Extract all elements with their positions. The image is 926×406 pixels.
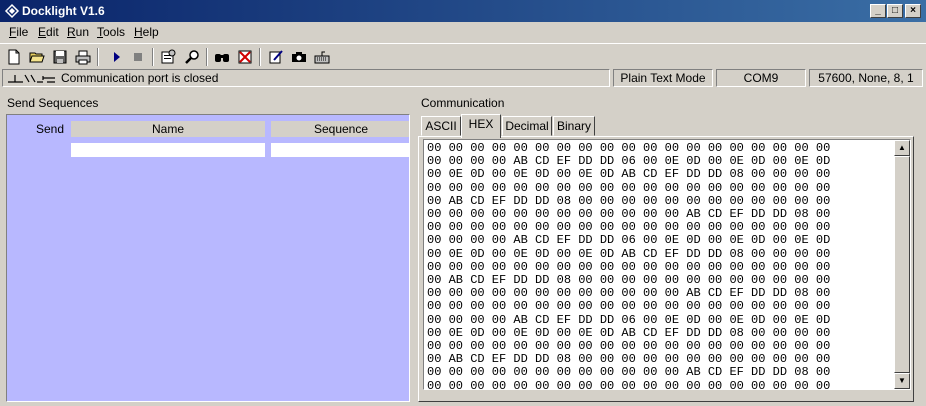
hex-output-area[interactable]: 00 00 00 00 00 00 00 00 00 00 00 00 00 0… xyxy=(423,139,911,390)
sequence-name-cell[interactable] xyxy=(71,143,265,157)
open-folder-icon[interactable] xyxy=(27,47,47,67)
communication-label: Communication xyxy=(421,96,505,110)
save-disk-icon[interactable] xyxy=(50,47,70,67)
toolbar xyxy=(0,43,926,68)
toolbar-separator xyxy=(259,48,261,66)
send-sequences-grid[interactable]: Send Name Sequence xyxy=(6,114,410,402)
toolbar-separator xyxy=(97,48,99,66)
port-status-field: Communication port is closed xyxy=(2,69,610,87)
scroll-up-button[interactable]: ▲ xyxy=(894,140,910,156)
window-title: Docklight V1.6 xyxy=(22,4,105,18)
col-header-send[interactable]: Send xyxy=(35,121,65,137)
maximize-button[interactable]: □ xyxy=(887,4,903,18)
stop-icon[interactable] xyxy=(128,47,148,67)
col-header-sequence[interactable]: Sequence xyxy=(271,121,409,137)
print-icon[interactable] xyxy=(73,47,93,67)
tab-binary[interactable]: Binary xyxy=(553,116,595,136)
menu-bar: File Edit Run Tools Help xyxy=(0,22,926,42)
status-bar: Communication port is closed Plain Text … xyxy=(0,68,926,88)
run-play-icon[interactable] xyxy=(107,47,127,67)
edit-icon[interactable] xyxy=(266,47,286,67)
menu-file[interactable]: File xyxy=(9,25,28,39)
tab-hex[interactable]: HEX xyxy=(461,114,501,138)
title-bar: Docklight V1.6 _ □ × xyxy=(0,0,926,22)
hex-output-text: 00 00 00 00 00 00 00 00 00 00 00 00 00 0… xyxy=(427,141,831,390)
binoculars-icon[interactable] xyxy=(212,47,232,67)
vertical-scrollbar[interactable]: ▲ ▼ xyxy=(894,140,910,389)
menu-tools[interactable]: Tools xyxy=(97,25,125,39)
new-document-icon[interactable] xyxy=(4,47,24,67)
toolbar-separator xyxy=(206,48,208,66)
menu-edit[interactable]: Edit xyxy=(38,25,59,39)
port-disconnected-icon xyxy=(8,74,55,83)
clear-icon[interactable] xyxy=(235,47,255,67)
com-port-field: COM9 xyxy=(716,69,806,87)
close-button[interactable]: × xyxy=(905,4,921,18)
toolbar-separator xyxy=(152,48,154,66)
tab-decimal[interactable]: Decimal xyxy=(502,116,552,136)
port-status-text: Communication port is closed xyxy=(61,71,219,85)
menu-run[interactable]: Run xyxy=(67,25,89,39)
send-sequences-label: Send Sequences xyxy=(7,96,99,110)
col-header-name[interactable]: Name xyxy=(71,121,265,137)
minimize-button[interactable]: _ xyxy=(870,4,886,18)
snapshot-camera-icon[interactable] xyxy=(289,47,309,67)
docklight-app-icon xyxy=(4,3,20,19)
sequence-value-cell[interactable] xyxy=(271,143,409,157)
port-settings-field: 57600, None, 8, 1 xyxy=(809,69,923,87)
keyboard-icon[interactable] xyxy=(312,47,332,67)
find-icon[interactable] xyxy=(182,47,202,67)
menu-help[interactable]: Help xyxy=(134,25,159,39)
mode-status-field: Plain Text Mode xyxy=(613,69,713,87)
scroll-thumb[interactable] xyxy=(894,156,910,373)
tab-ascii[interactable]: ASCII xyxy=(421,116,461,136)
scroll-down-button[interactable]: ▼ xyxy=(894,373,910,389)
settings-icon[interactable] xyxy=(158,47,178,67)
